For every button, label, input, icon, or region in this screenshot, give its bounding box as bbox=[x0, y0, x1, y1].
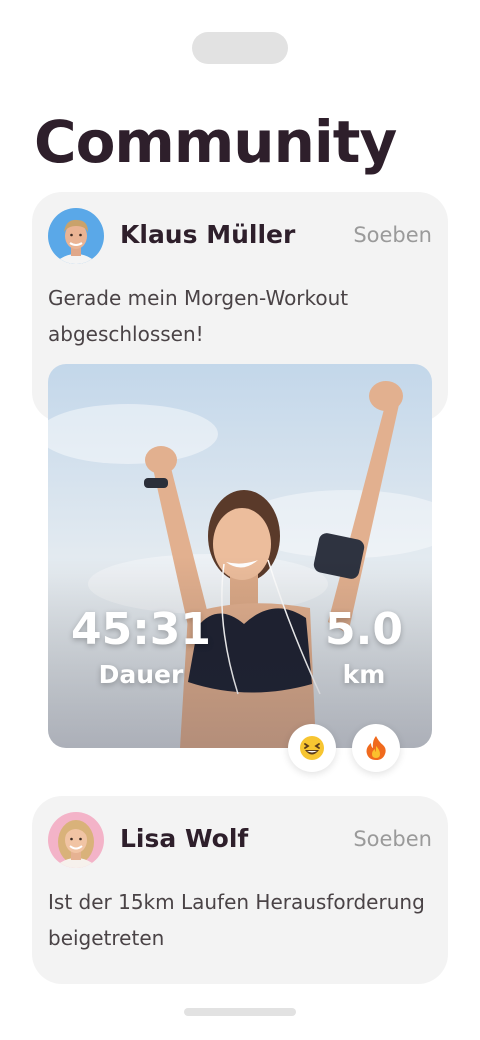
reaction-button-grin[interactable] bbox=[288, 724, 336, 772]
distance-value: 5.0 bbox=[325, 604, 403, 655]
distance-unit: km bbox=[342, 660, 386, 689]
post-text: Gerade mein Morgen-Workout abgeschlossen… bbox=[48, 286, 349, 346]
grinning-squint-emoji-icon bbox=[300, 736, 324, 760]
fire-emoji-icon bbox=[366, 736, 386, 760]
feed-post-card[interactable]: Lisa Wolf Soeben Ist der 15km Laufen Her… bbox=[32, 796, 448, 984]
duration-value: 45:31 bbox=[70, 604, 212, 655]
page-title: Community bbox=[34, 108, 397, 176]
workout-distance-stat: 5.0 km bbox=[314, 604, 414, 692]
workout-duration-stat: 45:31 Dauer bbox=[48, 604, 234, 692]
home-indicator[interactable] bbox=[184, 1008, 296, 1016]
status-pill bbox=[192, 32, 288, 64]
post-text: Ist der 15km Laufen Herausforderung beig… bbox=[48, 890, 425, 950]
reaction-button-fire[interactable] bbox=[352, 724, 400, 772]
post-author[interactable]: Klaus Müller bbox=[120, 218, 295, 252]
avatar[interactable] bbox=[48, 208, 104, 264]
duration-label: Dauer bbox=[98, 660, 184, 689]
avatar[interactable] bbox=[48, 812, 104, 868]
post-author[interactable]: Lisa Wolf bbox=[120, 822, 248, 856]
post-timestamp: Soeben bbox=[353, 223, 432, 247]
post-timestamp: Soeben bbox=[353, 827, 432, 851]
